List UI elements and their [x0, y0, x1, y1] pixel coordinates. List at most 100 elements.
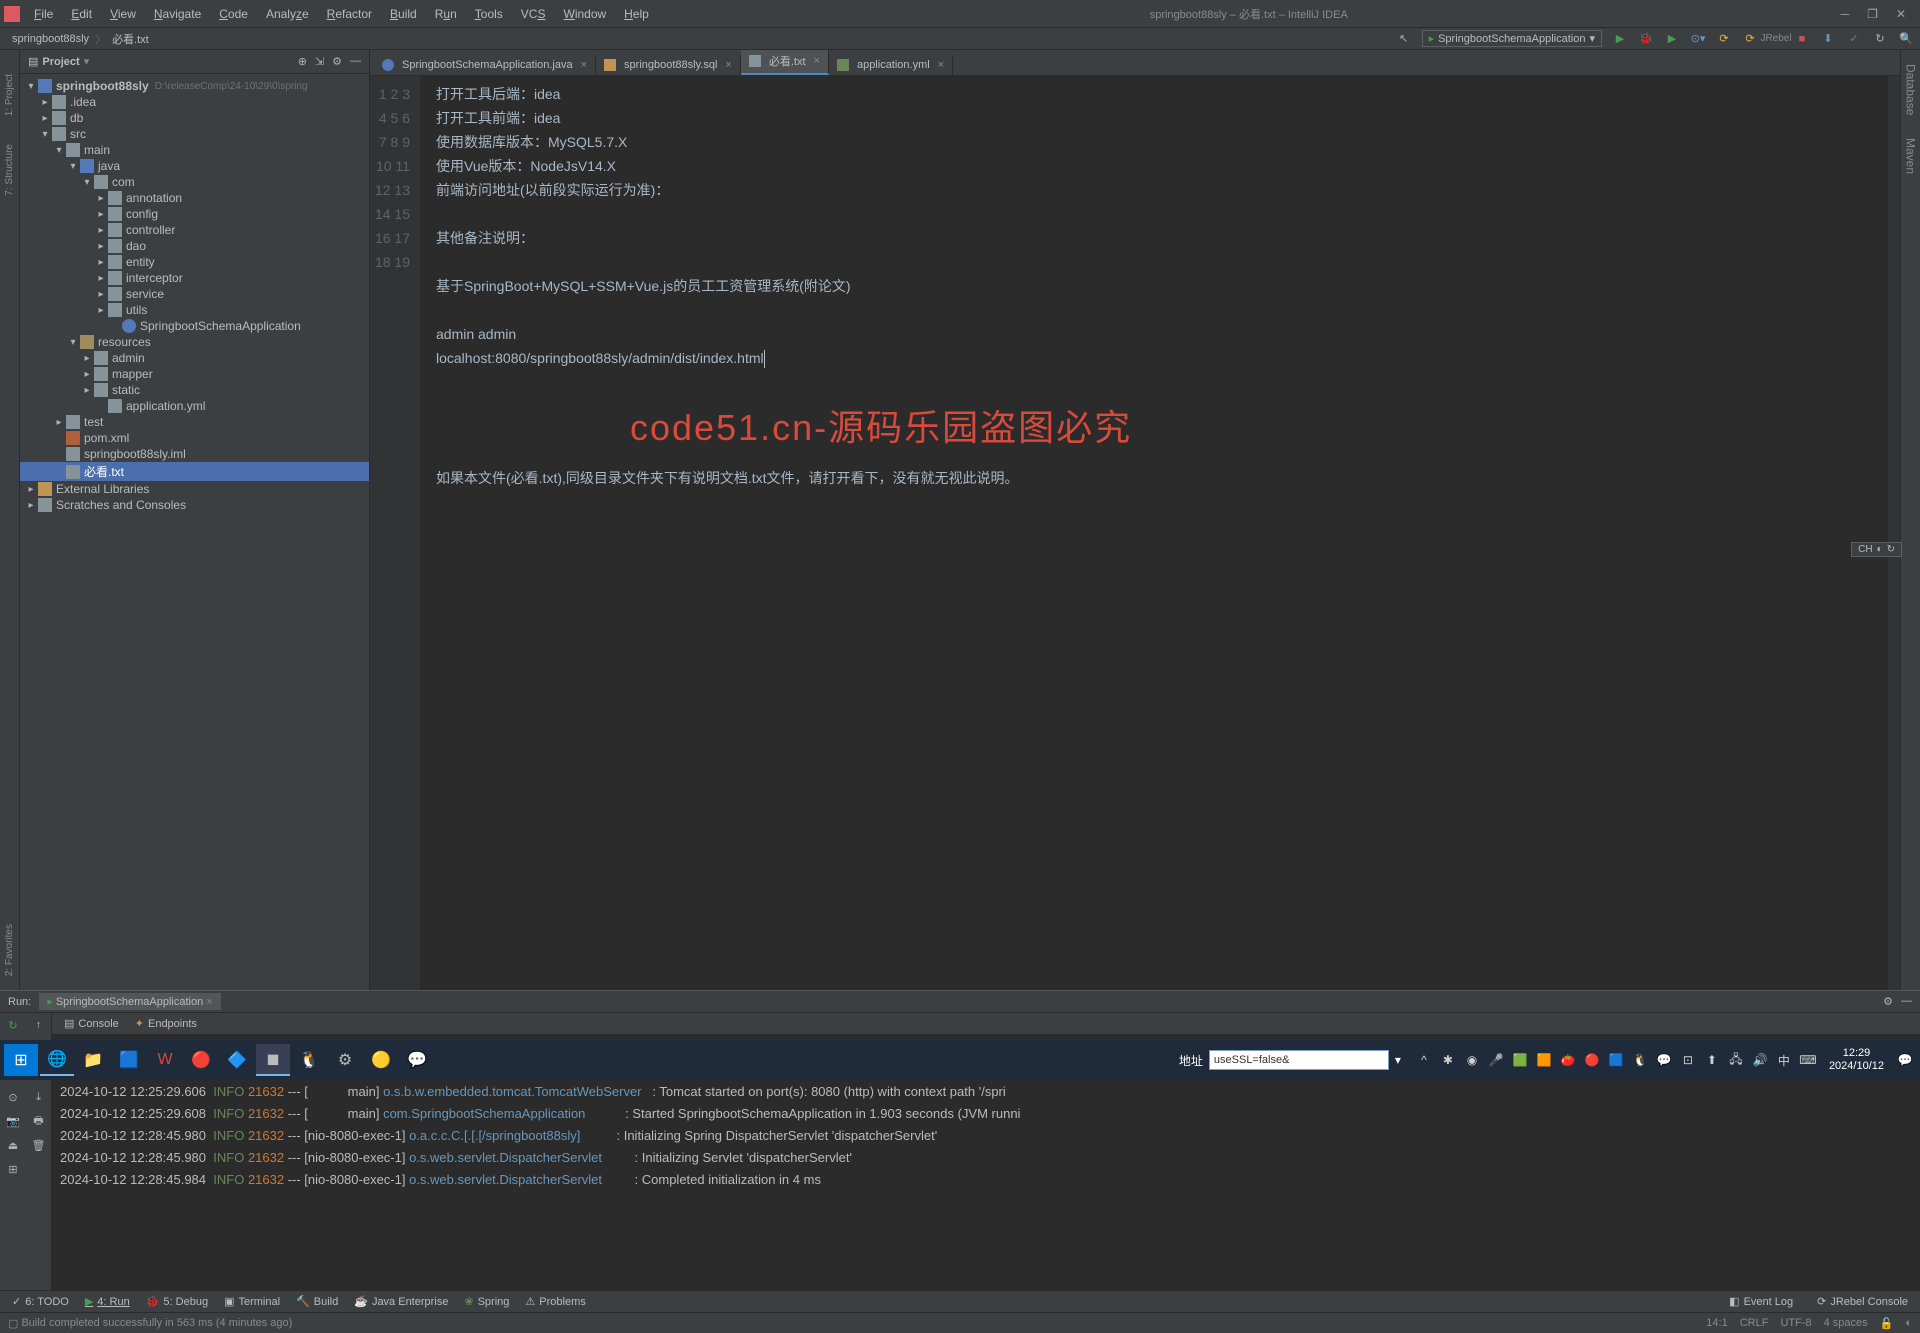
menu-build[interactable]: Build	[382, 5, 425, 23]
minimize-icon[interactable]: ─	[1841, 7, 1850, 21]
ime-dropdown-icon[interactable]: ▾	[1395, 1053, 1401, 1067]
tray-icon-2[interactable]: ◉	[1461, 1049, 1483, 1071]
tab-terminal[interactable]: ▣ Terminal	[216, 1295, 288, 1308]
gutter-favorites[interactable]: 2: Favorites	[4, 920, 15, 980]
gutter-structure[interactable]: 7: Structure	[4, 140, 15, 200]
taskbar-clock[interactable]: 12:292024/10/12	[1821, 1047, 1892, 1073]
tab-todo[interactable]: ✓ 6: TODO	[4, 1295, 77, 1308]
tray-icon-9[interactable]: 🐧	[1629, 1049, 1651, 1071]
breadcrumb-file[interactable]: 必看.txt	[108, 31, 153, 47]
menu-window[interactable]: Window	[555, 5, 614, 23]
tab-sql[interactable]: springboot88sly.sql×	[596, 55, 741, 75]
tree-interceptor[interactable]: ▸interceptor	[20, 270, 369, 286]
breadcrumb-root[interactable]: springboot88sly	[8, 33, 93, 45]
rerun-button[interactable]: ↻	[5, 1017, 21, 1033]
input-lang-badge[interactable]: CH ◐ ↻	[1851, 542, 1902, 557]
file-encoding[interactable]: UTF-8	[1780, 1317, 1811, 1330]
git-commit-icon[interactable]: ✓	[1846, 31, 1862, 47]
taskbar-vscode[interactable]: 🔷	[220, 1044, 254, 1076]
taskbar-intellij[interactable]: ◼	[256, 1044, 290, 1076]
chevron-down-icon[interactable]: ▾	[84, 55, 90, 68]
layout-icon[interactable]: ⊞	[5, 1161, 21, 1177]
taskbar-app-3[interactable]: ⚙	[328, 1044, 362, 1076]
tab-spring[interactable]: ❀ Spring	[456, 1295, 517, 1308]
readonly-lock-icon[interactable]: 🔓	[1880, 1317, 1894, 1330]
gutter-project[interactable]: 1: Project	[4, 70, 15, 120]
tree-test[interactable]: ▸test	[20, 414, 369, 430]
ime-input[interactable]	[1209, 1050, 1389, 1070]
jrebel-debug-icon[interactable]: ⟳	[1742, 31, 1758, 47]
dump-icon[interactable]: 📷	[5, 1113, 21, 1129]
menu-file[interactable]: File	[26, 5, 61, 23]
debug-button[interactable]: 🐞	[1638, 31, 1654, 47]
jrebel-label[interactable]: JRebel	[1768, 31, 1784, 47]
project-view-icon[interactable]: ▤	[28, 55, 38, 68]
tab-build[interactable]: 🔨 Build	[288, 1295, 346, 1308]
run-button[interactable]: ▶	[1612, 31, 1628, 47]
scroll-end-icon[interactable]: ⤓	[31, 1089, 47, 1105]
tray-wechat-icon[interactable]: 💬	[1653, 1049, 1675, 1071]
tree-static[interactable]: ▸static	[20, 382, 369, 398]
line-separator[interactable]: CRLF	[1740, 1317, 1769, 1330]
gear-icon[interactable]: ⚙	[1883, 995, 1893, 1008]
tab-bikan[interactable]: 必看.txt×	[741, 49, 829, 75]
close-icon[interactable]: ✕	[1896, 7, 1906, 21]
tree-java[interactable]: ▾java	[20, 158, 369, 174]
tray-icon-3[interactable]: 🎤	[1485, 1049, 1507, 1071]
tree-service[interactable]: ▸service	[20, 286, 369, 302]
taskbar-app-1[interactable]: 🌐	[40, 1044, 74, 1076]
memory-icon[interactable]: ◐	[1905, 1317, 1912, 1330]
taskbar-explorer[interactable]: 📁	[76, 1044, 110, 1076]
menu-tools[interactable]: Tools	[467, 5, 511, 23]
menu-refactor[interactable]: Refactor	[319, 5, 380, 23]
caret-position[interactable]: 14:1	[1706, 1317, 1727, 1330]
profile-button[interactable]: ⊙▾	[1690, 31, 1706, 47]
attach-icon[interactable]: ⊙	[5, 1089, 21, 1105]
console-tab[interactable]: ▤Console	[56, 1015, 127, 1032]
tab-app-java[interactable]: SpringbootSchemaApplication.java×	[374, 55, 596, 75]
ide-search-icon[interactable]: 🔍	[1898, 31, 1914, 47]
gear-icon[interactable]: ⚙	[332, 55, 342, 68]
tree-entity[interactable]: ▸entity	[20, 254, 369, 270]
menu-run[interactable]: Run	[427, 5, 465, 23]
tray-ime-icon[interactable]: 中	[1773, 1049, 1795, 1071]
menu-view[interactable]: View	[102, 5, 144, 23]
tree-ext-lib[interactable]: ▸External Libraries	[20, 481, 369, 497]
select-opened-file-icon[interactable]: ⊕	[298, 55, 307, 68]
expand-all-icon[interactable]: ⇲	[315, 55, 324, 68]
back-icon[interactable]: ↖	[1396, 31, 1412, 47]
indent-info[interactable]: 4 spaces	[1824, 1317, 1868, 1330]
tray-icon-7[interactable]: 🔴	[1581, 1049, 1603, 1071]
gutter-maven[interactable]: Maven	[1904, 134, 1918, 178]
taskbar-edge[interactable]: 🟦	[112, 1044, 146, 1076]
taskbar-wps[interactable]: W	[148, 1044, 182, 1076]
git-push-icon[interactable]: ↻	[1872, 31, 1888, 47]
tray-volume-icon[interactable]: 🔊	[1749, 1049, 1771, 1071]
run-config-selector[interactable]: ▸ SpringbootSchemaApplication ▾	[1422, 30, 1602, 47]
tree-admin[interactable]: ▸admin	[20, 350, 369, 366]
hide-icon[interactable]: —	[1901, 995, 1912, 1008]
hide-icon[interactable]: —	[350, 55, 361, 68]
tab-jrebel-console[interactable]: ⟳ JRebel Console	[1809, 1295, 1916, 1308]
close-icon[interactable]: ×	[725, 59, 731, 71]
tab-event-log[interactable]: ◧ Event Log	[1721, 1295, 1801, 1308]
close-icon[interactable]: ×	[938, 59, 944, 71]
tree-mapper[interactable]: ▸mapper	[20, 366, 369, 382]
project-panel-title[interactable]: Project	[42, 56, 79, 68]
editor-scrollbar[interactable]	[1888, 76, 1900, 990]
tree-dao[interactable]: ▸dao	[20, 238, 369, 254]
tree-resources[interactable]: ▾resources	[20, 334, 369, 350]
tray-icon-10[interactable]: ⊡	[1677, 1049, 1699, 1071]
tray-icon-11[interactable]: ⬆	[1701, 1049, 1723, 1071]
taskbar-app-4[interactable]: 🟡	[364, 1044, 398, 1076]
tray-icon-5[interactable]: 🟧	[1533, 1049, 1555, 1071]
tray-icon-4[interactable]: 🟩	[1509, 1049, 1531, 1071]
tab-problems[interactable]: ⚠ Problems	[517, 1295, 593, 1308]
taskbar-wechat[interactable]: 💬	[400, 1044, 434, 1076]
tree-root[interactable]: ▾springboot88slyD:\releaseComp\24-10\29\…	[20, 78, 369, 94]
tree-controller[interactable]: ▸controller	[20, 222, 369, 238]
close-icon[interactable]: ×	[581, 59, 587, 71]
tray-icon-6[interactable]: 🍅	[1557, 1049, 1579, 1071]
status-icon[interactable]: ▢	[8, 1317, 18, 1330]
tree-bikan[interactable]: 必看.txt	[20, 462, 369, 481]
